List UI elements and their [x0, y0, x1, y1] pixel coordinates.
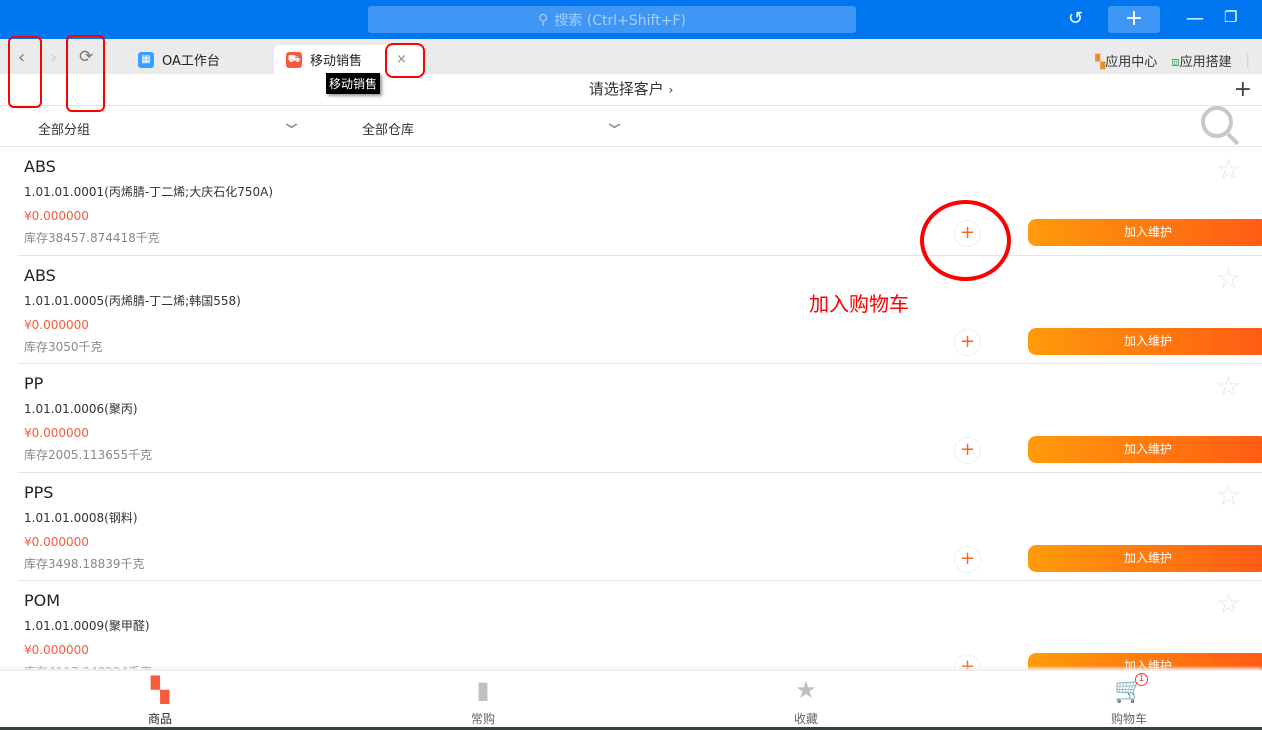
search-placeholder: 搜索 (Ctrl+Shift+F)	[554, 12, 686, 29]
product-stock: 库存3050千克	[24, 339, 103, 354]
add-to-cart-button[interactable]: +	[954, 437, 981, 464]
product-name: ABS	[24, 265, 56, 285]
search-icon: ⚲	[538, 11, 549, 28]
nav-cart[interactable]: 🛒 1 购物车	[1089, 673, 1169, 727]
favorite-star-icon[interactable]: ☆	[1216, 153, 1241, 186]
nav-label: 常购	[470, 712, 495, 726]
chevron-down-icon[interactable]: ⌄	[279, 112, 303, 133]
link-label: 应用中心	[1105, 55, 1158, 70]
divider: |	[1245, 53, 1250, 68]
product-item[interactable]: PPS 1.01.01.0008(钢料) ¥0.000000 库存3498.18…	[0, 473, 1262, 581]
product-stock: 库存3498.18839千克	[24, 556, 145, 571]
product-stock: 库存38457.874418千克	[24, 231, 160, 245]
grid-icon: ▚	[150, 676, 170, 704]
annotation-circle	[920, 200, 1011, 281]
product-price: ¥0.000000	[24, 426, 89, 440]
new-button[interactable]: +	[1108, 6, 1160, 33]
star-icon: ★	[795, 676, 817, 704]
group-filter[interactable]: 全部分组	[38, 119, 90, 138]
product-name: PP	[24, 374, 44, 393]
code-icon: ⧈	[1171, 55, 1180, 70]
product-code: 1.01.01.0009(聚甲醛)	[24, 619, 150, 633]
warehouse-filter[interactable]: 全部仓库	[362, 119, 414, 138]
title-bar: ⚲ 搜索 (Ctrl+Shift+F) ↺ + — ❐	[0, 0, 1262, 39]
cart-icon: ⛟	[286, 51, 302, 68]
link-label: 应用搭建	[1179, 55, 1232, 70]
add-button[interactable]: +	[1234, 74, 1252, 105]
nav-label: 购物车	[1110, 712, 1147, 726]
product-code: 1.01.01.0001(丙烯腈-丁二烯;大庆石化750A)	[24, 185, 274, 199]
add-maintenance-button[interactable]: 加入维护	[1028, 544, 1262, 572]
annotation-box	[8, 36, 42, 108]
favorite-star-icon[interactable]: ☆	[1216, 587, 1241, 620]
product-name: ABS	[24, 157, 56, 176]
tab-bar: ‹ › ⟳ ▦ OA工作台 ⛟ 移动销售 × ▚应用中心 ⧈应用搭建 |	[0, 39, 1262, 74]
nav-frequent[interactable]: ▮ 常购	[443, 677, 523, 727]
cart-badge: 1	[1135, 673, 1148, 686]
product-code: 1.01.01.0005(丙烯腈-丁二烯;韩国558)	[24, 293, 241, 308]
add-maintenance-button[interactable]: 加入维护	[1028, 327, 1262, 355]
tab-tooltip: 移动销售	[326, 73, 381, 94]
chevron-down-icon[interactable]: ⌄	[602, 112, 626, 133]
product-price: ¥0.000000	[24, 209, 89, 223]
product-code: 1.01.01.0006(聚丙)	[24, 402, 138, 416]
product-price: ¥0.000000	[24, 534, 89, 549]
favorite-star-icon[interactable]: ☆	[1216, 262, 1241, 295]
global-search[interactable]: ⚲ 搜索 (Ctrl+Shift+F)	[368, 6, 856, 33]
product-item[interactable]: PP 1.01.01.0006(聚丙) ¥0.000000 库存2005.113…	[0, 364, 1262, 473]
bottom-nav: ▚ 商品 ▮ 常购 ★ 收藏 🛒 1 购物车	[0, 670, 1262, 727]
history-icon[interactable]: ↺	[1068, 8, 1083, 29]
forward-button[interactable]: ›	[50, 47, 57, 68]
tab-oa[interactable]: ▦ OA工作台	[126, 45, 272, 74]
page-title: 请选择客户	[588, 80, 664, 98]
annotation-box	[385, 43, 425, 78]
add-maintenance-button[interactable]: 加入维护	[1028, 219, 1262, 246]
favorite-star-icon[interactable]: ☆	[1216, 479, 1241, 512]
search-icon[interactable]	[1201, 106, 1233, 138]
grid-icon: ▦	[138, 51, 154, 68]
annotation-box	[66, 35, 105, 112]
minimize-button[interactable]: —	[1186, 8, 1204, 29]
add-to-cart-button[interactable]: +	[954, 328, 981, 356]
nav-products[interactable]: ▚ 商品	[120, 677, 200, 727]
product-item[interactable]: ABS 1.01.01.0001(丙烯腈-丁二烯;大庆石化750A) ¥0.00…	[0, 147, 1262, 256]
customer-selector[interactable]: 请选择客户 › +	[0, 74, 1262, 106]
apps-icon: ▚	[1095, 55, 1106, 70]
app-builder-link[interactable]: ⧈应用搭建	[1171, 51, 1231, 70]
product-name: POM	[24, 591, 61, 610]
cart-icon: 🛒 1	[1089, 673, 1169, 704]
product-code: 1.01.01.0008(钢料)	[24, 510, 138, 525]
tab-label: 移动销售	[310, 54, 363, 69]
restore-button[interactable]: ❐	[1224, 8, 1237, 26]
chevron-right-icon: ›	[668, 83, 674, 97]
favorite-star-icon[interactable]: ☆	[1216, 370, 1241, 403]
product-stock: 库存2005.113655千克	[24, 448, 153, 462]
product-item[interactable]: ABS 1.01.01.0005(丙烯腈-丁二烯;韩国558) ¥0.00000…	[0, 256, 1262, 364]
filter-bar: 全部分组 ⌄ 全部仓库 ⌄	[0, 106, 1262, 147]
add-to-cart-button[interactable]: +	[954, 545, 981, 573]
product-price: ¥0.000000	[24, 643, 89, 657]
product-price: ¥0.000000	[24, 317, 89, 332]
nav-favorites[interactable]: ★ 收藏	[766, 677, 846, 727]
nav-label: 商品	[147, 712, 172, 726]
nav-label: 收藏	[793, 712, 818, 726]
add-maintenance-button[interactable]: 加入维护	[1028, 436, 1262, 463]
app-center-link[interactable]: ▚应用中心	[1095, 51, 1157, 70]
bag-icon: ▮	[476, 676, 490, 704]
product-name: PPS	[24, 482, 54, 502]
tab-label: OA工作台	[162, 54, 220, 69]
annotation-label: 加入购物车	[809, 292, 909, 316]
